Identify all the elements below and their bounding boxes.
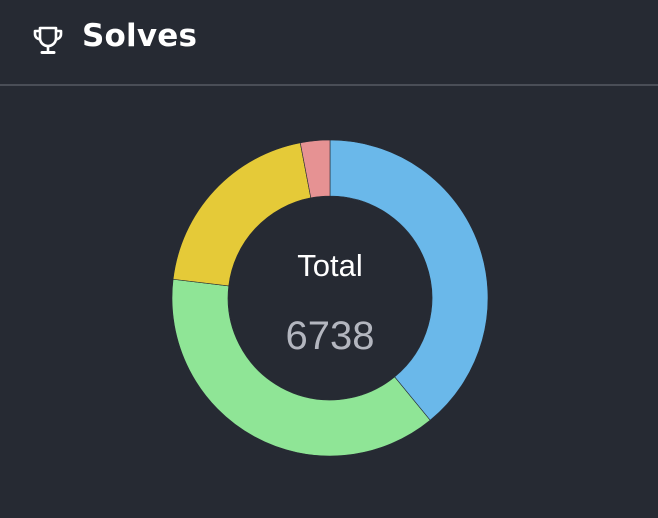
donut-slice-2[interactable]: [171, 278, 431, 457]
card-title: Solves: [82, 18, 198, 54]
chart-area: Total 6738: [0, 88, 658, 518]
card-header: Solves: [0, 0, 658, 86]
total-label: Total: [297, 248, 363, 283]
solves-card: Solves Total 6738: [0, 0, 658, 518]
trophy-icon: [33, 26, 63, 54]
total-value: 6738: [285, 314, 375, 358]
donut-chart: [171, 139, 489, 457]
